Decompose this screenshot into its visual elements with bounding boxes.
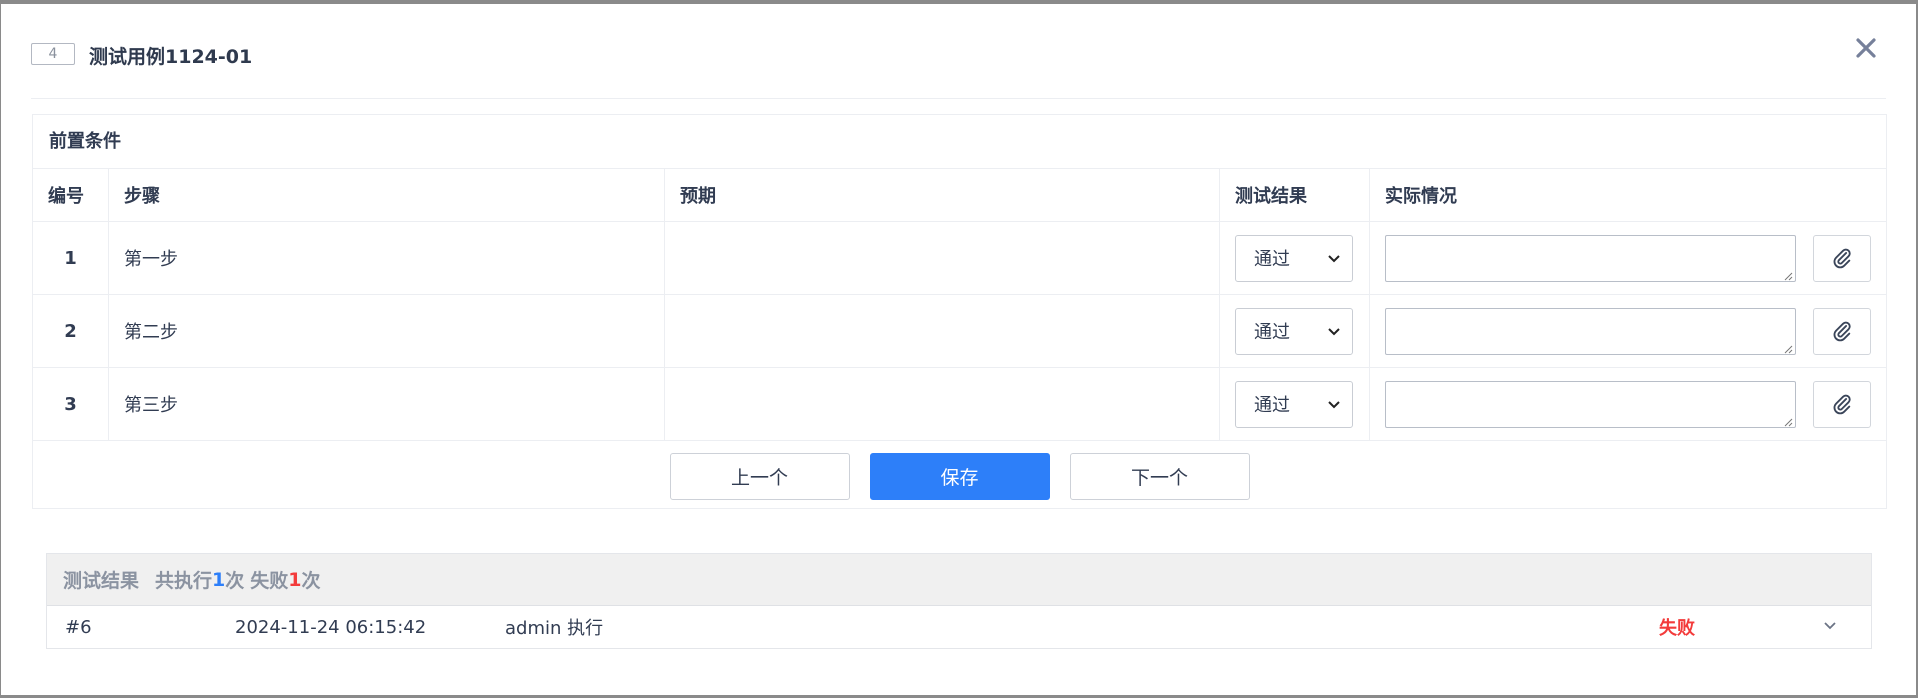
step-result-cell: 通过 xyxy=(1220,368,1370,440)
save-button[interactable]: 保存 xyxy=(869,452,1050,500)
results-total-count: 1 xyxy=(212,568,226,591)
table-row: 2 第二步 通过 xyxy=(33,295,1886,368)
col-header-result: 测试结果 xyxy=(1220,169,1370,221)
results-total-suffix: 次 xyxy=(225,570,245,592)
paperclip-icon xyxy=(1833,248,1851,269)
next-button[interactable]: 下一个 xyxy=(1069,452,1250,500)
results-fail-suffix: 次 xyxy=(301,570,321,592)
result-select[interactable]: 通过 xyxy=(1235,234,1353,282)
case-id-badge: 4 xyxy=(31,43,75,65)
actual-textarea[interactable] xyxy=(1385,380,1796,428)
step-result-cell: 通过 xyxy=(1220,295,1370,367)
results-title: 测试结果 xyxy=(63,570,140,592)
step-desc: 第二步 xyxy=(109,295,665,367)
step-expected xyxy=(665,368,1220,440)
resize-grip-icon[interactable] xyxy=(1783,417,1793,427)
step-actual-cell xyxy=(1370,295,1886,367)
close-icon xyxy=(1856,38,1876,58)
step-actions: 上一个 保存 下一个 xyxy=(33,441,1886,511)
col-header-expected: 预期 xyxy=(665,169,1220,221)
attach-button[interactable] xyxy=(1813,307,1871,355)
result-select[interactable]: 通过 xyxy=(1235,380,1353,428)
result-select-value: 通过 xyxy=(1254,322,1290,343)
result-select-value: 通过 xyxy=(1254,395,1290,416)
results-fail-count: 1 xyxy=(288,568,302,591)
step-expected xyxy=(665,295,1220,367)
step-num: 2 xyxy=(33,295,109,367)
step-num: 1 xyxy=(33,222,109,294)
resize-grip-icon[interactable] xyxy=(1783,271,1793,281)
results-header: 测试结果 共执行 1 次 失败 1 次 xyxy=(47,554,1871,606)
paperclip-icon xyxy=(1833,321,1851,342)
step-desc: 第三步 xyxy=(109,368,665,440)
col-header-step: 步骤 xyxy=(109,169,665,221)
steps-table: 前置条件 编号 步骤 预期 测试结果 实际情况 1 第一步 通过 2 第二步 通… xyxy=(32,114,1887,509)
modal-title: 测试用例1124-01 xyxy=(89,46,253,68)
prev-button[interactable]: 上一个 xyxy=(669,452,850,500)
chevron-down-icon xyxy=(1328,327,1340,335)
test-run-modal: 4 测试用例1124-01 前置条件 编号 步骤 预期 测试结果 实际情况 1 … xyxy=(1,4,1916,695)
table-row: 1 第一步 通过 xyxy=(33,222,1886,295)
record-executor: admin 执行 xyxy=(505,618,604,639)
step-num: 3 xyxy=(33,368,109,440)
actual-textarea[interactable] xyxy=(1385,234,1796,282)
paperclip-icon xyxy=(1833,394,1851,415)
modal-header: 4 测试用例1124-01 xyxy=(31,28,1886,99)
step-result-cell: 通过 xyxy=(1220,222,1370,294)
chevron-down-icon xyxy=(1328,254,1340,262)
resize-grip-icon[interactable] xyxy=(1783,344,1793,354)
record-status: 失败 xyxy=(1659,618,1695,639)
step-actual-cell xyxy=(1370,368,1886,440)
close-button[interactable] xyxy=(1846,28,1886,68)
step-desc: 第一步 xyxy=(109,222,665,294)
step-expected xyxy=(665,222,1220,294)
result-record[interactable]: #6 2024-11-24 06:15:42 admin 执行 失败 xyxy=(47,606,1871,648)
actual-textarea[interactable] xyxy=(1385,307,1796,355)
results-fail-prefix: 失败 xyxy=(250,570,289,592)
step-actual-cell xyxy=(1370,222,1886,294)
col-header-actual: 实际情况 xyxy=(1385,186,1457,207)
attach-button[interactable] xyxy=(1813,380,1871,428)
results-panel: 测试结果 共执行 1 次 失败 1 次 #6 2024-11-24 06:15:… xyxy=(46,553,1872,649)
record-id: #6 xyxy=(65,616,92,638)
chevron-down-icon[interactable] xyxy=(1822,618,1838,634)
results-total-prefix: 共执行 xyxy=(155,570,213,592)
chevron-down-icon xyxy=(1328,400,1340,408)
attach-button[interactable] xyxy=(1813,234,1871,282)
precondition-label: 前置条件 xyxy=(33,115,1886,169)
col-header-num: 编号 xyxy=(33,169,109,221)
result-select-value: 通过 xyxy=(1254,249,1290,270)
table-row: 3 第三步 通过 xyxy=(33,368,1886,441)
result-select[interactable]: 通过 xyxy=(1235,307,1353,355)
table-header-row: 编号 步骤 预期 测试结果 实际情况 xyxy=(33,169,1886,222)
record-time: 2024-11-24 06:15:42 xyxy=(235,616,427,638)
